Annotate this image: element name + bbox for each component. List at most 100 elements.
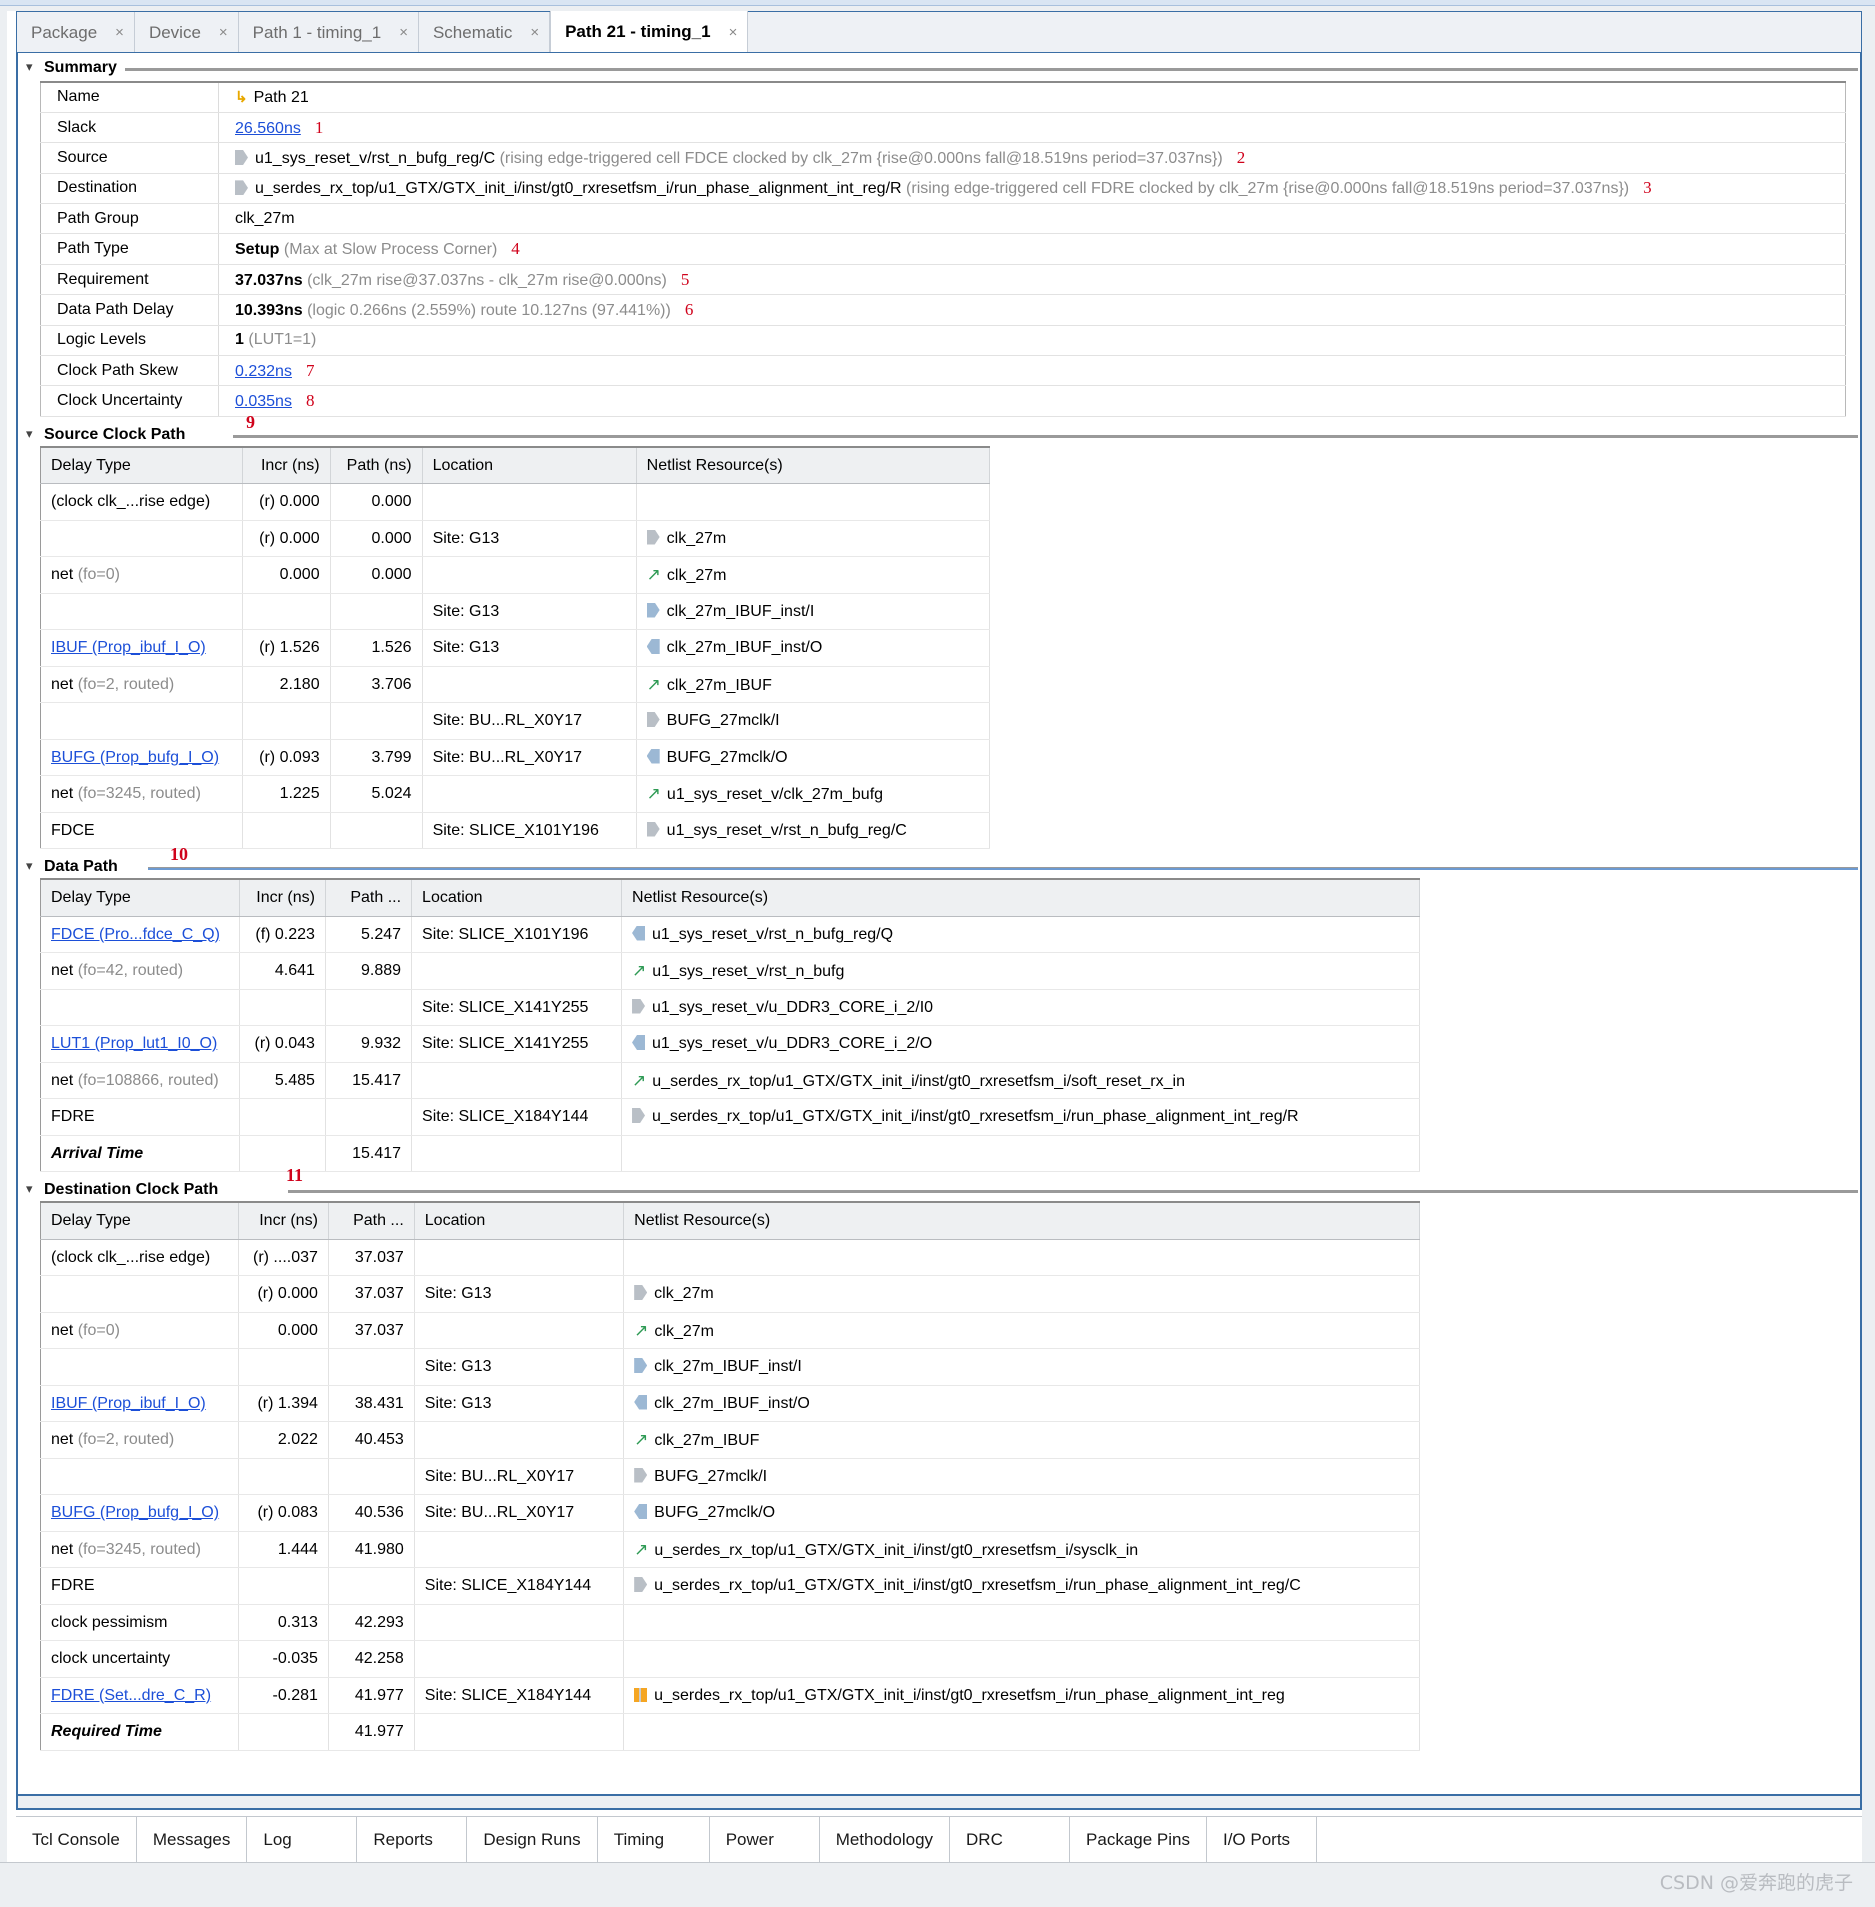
summary-link[interactable]: 0.232ns bbox=[235, 363, 292, 380]
column-header-incr-ns[interactable]: Incr (ns) bbox=[242, 446, 331, 485]
bottom-tab-power[interactable]: Power bbox=[709, 1817, 820, 1862]
table-row[interactable]: net (fo=108866, routed) 5.485 15.417 ↗ u_ser… bbox=[40, 1062, 1420, 1100]
column-header-netlist-resource-s[interactable]: Netlist Resource(s) bbox=[623, 1202, 1420, 1240]
close-icon[interactable]: × bbox=[115, 24, 124, 41]
cell-delay-type bbox=[40, 520, 244, 558]
column-header-delay-type[interactable]: Delay Type bbox=[40, 1202, 239, 1240]
chevron-down-icon[interactable]: ▾ bbox=[26, 426, 33, 442]
bottom-tab-methodology[interactable]: Methodology bbox=[819, 1817, 951, 1862]
delay-type-link[interactable]: BUFG (Prop_bufg_I_O) bbox=[51, 749, 219, 766]
close-icon[interactable]: × bbox=[219, 24, 228, 41]
table-row[interactable]: Site: SLICE_X141Y255 u1_sys_reset_v/u_DDR… bbox=[40, 989, 1420, 1027]
bottom-tab-reports[interactable]: Reports bbox=[357, 1817, 468, 1862]
table-row[interactable]: IBUF (Prop_ibuf_I_O) (r) 1.526 1.526 Site: … bbox=[40, 629, 991, 667]
bottom-tab-timing[interactable]: Timing bbox=[597, 1817, 710, 1862]
editor-tab-3[interactable]: Schematic × bbox=[418, 12, 551, 53]
table-row[interactable]: Required Time 41.977 bbox=[40, 1713, 1420, 1751]
bottom-tab-tcl-console[interactable]: Tcl Console bbox=[16, 1817, 137, 1862]
netlist-resource-text: clk_27m_IBUF_inst/I bbox=[666, 602, 815, 620]
table-row[interactable]: FDRE Site: SLICE_X184Y144 u_serdes_rx_top/… bbox=[40, 1567, 1420, 1605]
column-header-path[interactable]: Path ... bbox=[328, 1202, 415, 1240]
close-icon[interactable]: × bbox=[729, 24, 738, 41]
column-header-incr-ns[interactable]: Incr (ns) bbox=[238, 1202, 329, 1240]
editor-tab-2[interactable]: Path 1 - timing_1 × bbox=[238, 12, 419, 53]
table-row[interactable]: FDRE (Set...dre_C_R) -0.281 41.977 Site: SL… bbox=[40, 1677, 1420, 1715]
table-row[interactable]: net (fo=3245, routed) 1.444 41.980 ↗ u_serde… bbox=[40, 1531, 1420, 1569]
table-row[interactable]: IBUF (Prop_ibuf_I_O) (r) 1.394 38.431 Site:… bbox=[40, 1385, 1420, 1423]
table-row[interactable]: BUFG (Prop_bufg_I_O) (r) 0.093 3.799 Site: … bbox=[40, 739, 991, 777]
destination-clock-path-section-header[interactable]: ▾ Destination Clock Path 11 bbox=[18, 1165, 1860, 1201]
table-row[interactable]: Site: G13 clk_27m_IBUF_inst/I bbox=[40, 1348, 1420, 1386]
column-header-netlist-resource-s[interactable]: Netlist Resource(s) bbox=[636, 446, 991, 485]
table-row[interactable]: clock uncertainty -0.035 42.258 bbox=[40, 1640, 1420, 1678]
summary-row-value[interactable]: 0.232ns 7 bbox=[218, 355, 1846, 387]
delay-type-link[interactable]: BUFG (Prop_bufg_I_O) bbox=[51, 1504, 219, 1521]
table-row[interactable]: Site: BU...RL_X0Y17 BUFG_27mclk/I bbox=[40, 702, 991, 740]
table-row[interactable]: clock pessimism 0.313 42.293 bbox=[40, 1604, 1420, 1642]
summary-section-header[interactable]: ▾ Summary bbox=[18, 57, 1860, 79]
table-row[interactable]: FDRE Site: SLICE_X184Y144 u_serdes_rx_top/… bbox=[40, 1098, 1420, 1136]
column-header-path-ns[interactable]: Path (ns) bbox=[330, 446, 423, 485]
editor-tab-0[interactable]: Package × bbox=[17, 12, 135, 53]
bottom-tab-i-o-ports[interactable]: I/O Ports bbox=[1206, 1817, 1317, 1862]
summary-row-key: Logic Levels bbox=[40, 325, 219, 357]
bottom-tab-drc[interactable]: DRC bbox=[950, 1817, 1071, 1862]
cell-delay-type[interactable]: IBUF (Prop_ibuf_I_O) bbox=[40, 629, 244, 667]
summary-link[interactable]: 26.560ns bbox=[235, 120, 301, 137]
table-row[interactable]: BUFG (Prop_bufg_I_O) (r) 0.083 40.536 Site:… bbox=[40, 1494, 1420, 1532]
column-header-incr-ns[interactable]: Incr (ns) bbox=[239, 879, 326, 917]
summary-row: Clock Path Skew 0.232ns 7 bbox=[40, 355, 1846, 387]
table-row[interactable]: net (fo=2, routed) 2.180 3.706 ↗ clk_27m_IBU… bbox=[40, 666, 991, 704]
bottom-tab-log[interactable]: Log bbox=[247, 1817, 358, 1862]
close-icon[interactable]: × bbox=[530, 24, 539, 41]
editor-tab-1[interactable]: Device × bbox=[134, 12, 239, 53]
table-row[interactable]: (clock clk_...rise edge) (r) 0.000 0.000 bbox=[40, 483, 991, 521]
table-row[interactable]: FDCE (Pro...fdce_C_Q) (f) 0.223 5.247 Site:… bbox=[40, 916, 1420, 954]
cell-delay-type[interactable]: BUFG (Prop_bufg_I_O) bbox=[40, 739, 244, 777]
source-clock-path-section-header[interactable]: ▾ Source Clock Path 9 bbox=[18, 412, 1860, 446]
bottom-tab-design-runs[interactable]: Design Runs bbox=[467, 1817, 598, 1862]
editor-tab-4[interactable]: Path 21 - timing_1 × bbox=[550, 11, 749, 53]
column-header-netlist-resource-s[interactable]: Netlist Resource(s) bbox=[621, 879, 1420, 917]
column-header-location[interactable]: Location bbox=[414, 1202, 625, 1240]
table-row[interactable]: net (fo=3245, routed) 1.225 5.024 ↗ u1_sys_r… bbox=[40, 775, 991, 813]
data-path-section-header[interactable]: ▾ Data Path 10 bbox=[18, 844, 1860, 878]
column-header-delay-type[interactable]: Delay Type bbox=[40, 446, 244, 485]
cell-delay-type[interactable]: FDRE (Set...dre_C_R) bbox=[40, 1677, 239, 1715]
chevron-down-icon[interactable]: ▾ bbox=[26, 59, 33, 75]
column-header-location[interactable]: Location bbox=[422, 446, 637, 485]
table-row[interactable]: Site: G13 clk_27m_IBUF_inst/I bbox=[40, 593, 991, 631]
table-row[interactable]: net (fo=0) 0.000 37.037 ↗ clk_27m bbox=[40, 1312, 1420, 1350]
table-row[interactable]: (clock clk_...rise edge) (r) ....037 37.03… bbox=[40, 1239, 1420, 1277]
cell-delay-type[interactable]: BUFG (Prop_bufg_I_O) bbox=[40, 1494, 239, 1532]
cell-delay-type[interactable]: LUT1 (Prop_lut1_I0_O) bbox=[40, 1025, 241, 1063]
close-icon[interactable]: × bbox=[399, 24, 408, 41]
delay-type-link[interactable]: IBUF (Prop_ibuf_I_O) bbox=[51, 639, 206, 656]
table-row[interactable]: Site: BU...RL_X0Y17 BUFG_27mclk/I bbox=[40, 1458, 1420, 1496]
bottom-tab-package-pins[interactable]: Package Pins bbox=[1070, 1817, 1207, 1862]
bottom-tab-messages[interactable]: Messages bbox=[136, 1817, 248, 1862]
table-row[interactable]: Arrival Time 15.417 bbox=[40, 1135, 1420, 1173]
table-row[interactable]: net (fo=0) 0.000 0.000 ↗ clk_27m bbox=[40, 556, 991, 594]
table-row[interactable]: net (fo=2, routed) 2.022 40.453 ↗ clk_27m_IB… bbox=[40, 1421, 1420, 1459]
editor-tab-strip[interactable]: Package × Device × Path 1 - timing_1 × Schemat… bbox=[16, 11, 1862, 53]
chevron-down-icon[interactable]: ▾ bbox=[26, 858, 33, 874]
summary-row-value[interactable]: 26.560ns 1 bbox=[218, 112, 1846, 144]
delay-type-link[interactable]: FDRE (Set...dre_C_R) bbox=[51, 1687, 211, 1704]
table-row[interactable]: (r) 0.000 37.037 Site: G13 clk_27m bbox=[40, 1275, 1420, 1313]
column-header-path[interactable]: Path ... bbox=[325, 879, 413, 917]
column-header-delay-type[interactable]: Delay Type bbox=[40, 879, 241, 917]
table-row[interactable]: net (fo=42, routed) 4.641 9.889 ↗ u1_sys_res… bbox=[40, 952, 1420, 990]
table-row[interactable]: LUT1 (Prop_lut1_I0_O) (r) 0.043 9.932 Site:… bbox=[40, 1025, 1420, 1063]
column-header-location[interactable]: Location bbox=[411, 879, 623, 917]
delay-type-link[interactable]: FDCE (Pro...fdce_C_Q) bbox=[51, 926, 220, 943]
summary-link[interactable]: 0.035ns bbox=[235, 393, 292, 410]
cell-delay-type[interactable]: IBUF (Prop_ibuf_I_O) bbox=[40, 1385, 239, 1423]
bottom-tab-bar[interactable]: Tcl Console Messages Log Reports Design Runs… bbox=[16, 1816, 1862, 1862]
chevron-down-icon[interactable]: ▾ bbox=[26, 1181, 33, 1197]
table-row[interactable]: (r) 0.000 0.000 Site: G13 clk_27m bbox=[40, 520, 991, 558]
delay-type-link[interactable]: LUT1 (Prop_lut1_I0_O) bbox=[51, 1035, 217, 1052]
delay-type-link[interactable]: IBUF (Prop_ibuf_I_O) bbox=[51, 1395, 206, 1412]
cell-delay-type[interactable]: FDCE (Pro...fdce_C_Q) bbox=[40, 916, 241, 954]
summary-row-value[interactable]: 0.035ns 8 bbox=[218, 385, 1846, 417]
